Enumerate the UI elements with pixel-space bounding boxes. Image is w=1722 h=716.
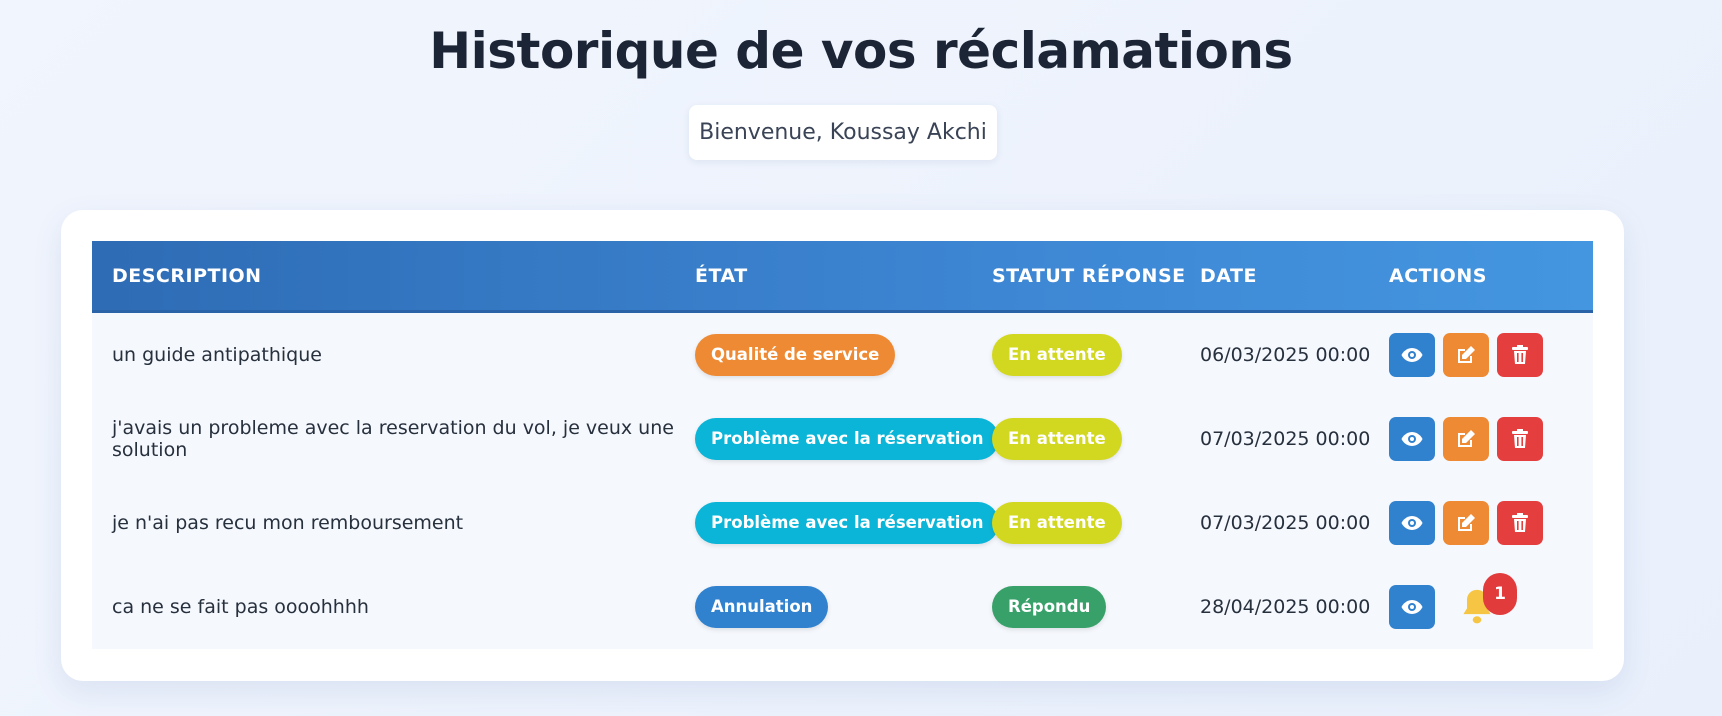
table-body: un guide antipathique Qualité de service… xyxy=(92,313,1593,649)
header-actions: ACTIONS xyxy=(1389,264,1487,287)
edit-button[interactable] xyxy=(1443,417,1489,461)
etat-badge: Annulation xyxy=(695,586,829,628)
row-date: 06/03/2025 00:00 xyxy=(1200,344,1371,366)
edit-button[interactable] xyxy=(1443,333,1489,377)
status-badge: Répondu xyxy=(992,586,1107,628)
row-description: j'avais un probleme avec la reservation … xyxy=(112,417,674,461)
welcome-badge: Bienvenue, Koussay Akchi xyxy=(689,105,997,160)
eye-icon xyxy=(1401,516,1423,530)
delete-button[interactable] xyxy=(1497,333,1543,377)
etat-badge: Problème avec la réservation xyxy=(695,502,1000,544)
delete-button[interactable] xyxy=(1497,501,1543,545)
eye-icon xyxy=(1401,348,1423,362)
delete-button[interactable] xyxy=(1497,417,1543,461)
notification-count-badge: 1 xyxy=(1483,573,1517,615)
status-badge: En attente xyxy=(992,502,1122,544)
notification-button[interactable]: 1 xyxy=(1455,573,1517,629)
view-button[interactable] xyxy=(1389,501,1435,545)
etat-badge: Problème avec la réservation xyxy=(695,418,1000,460)
claims-card: DESCRIPTION ÉTAT STATUT RÉPONSE DATE ACT… xyxy=(61,210,1624,681)
table-row: je n'ai pas recu mon remboursement Probl… xyxy=(92,481,1593,565)
row-description: ca ne se fait pas oooohhhh xyxy=(112,596,369,618)
view-button[interactable] xyxy=(1389,333,1435,377)
header-description: DESCRIPTION xyxy=(112,264,262,287)
trash-icon xyxy=(1512,345,1528,364)
table-row: un guide antipathique Qualité de service… xyxy=(92,313,1593,397)
eye-icon xyxy=(1401,432,1423,446)
edit-icon xyxy=(1458,346,1475,363)
table-row: j'avais un probleme avec la reservation … xyxy=(92,397,1593,481)
edit-icon xyxy=(1458,430,1475,447)
table-header: DESCRIPTION ÉTAT STATUT RÉPONSE DATE ACT… xyxy=(92,241,1593,313)
trash-icon xyxy=(1512,513,1528,532)
trash-icon xyxy=(1512,429,1528,448)
row-date: 28/04/2025 00:00 xyxy=(1200,596,1371,618)
view-button[interactable] xyxy=(1389,417,1435,461)
header-etat: ÉTAT xyxy=(695,264,748,287)
row-description: un guide antipathique xyxy=(112,344,322,366)
header-statut: STATUT RÉPONSE xyxy=(992,264,1186,287)
etat-badge: Qualité de service xyxy=(695,334,896,376)
row-date: 07/03/2025 00:00 xyxy=(1200,512,1371,534)
view-button[interactable] xyxy=(1389,585,1435,629)
row-description: je n'ai pas recu mon remboursement xyxy=(112,512,464,534)
edit-button[interactable] xyxy=(1443,501,1489,545)
status-badge: En attente xyxy=(992,418,1122,460)
row-date: 07/03/2025 00:00 xyxy=(1200,428,1371,450)
table-row: ca ne se fait pas oooohhhh Annulation Ré… xyxy=(92,565,1593,649)
claims-table: DESCRIPTION ÉTAT STATUT RÉPONSE DATE ACT… xyxy=(92,241,1593,649)
status-badge: En attente xyxy=(992,334,1122,376)
page-title: Historique de vos réclamations xyxy=(429,22,1293,80)
edit-icon xyxy=(1458,514,1475,531)
eye-icon xyxy=(1401,600,1423,614)
header-date: DATE xyxy=(1200,264,1257,287)
